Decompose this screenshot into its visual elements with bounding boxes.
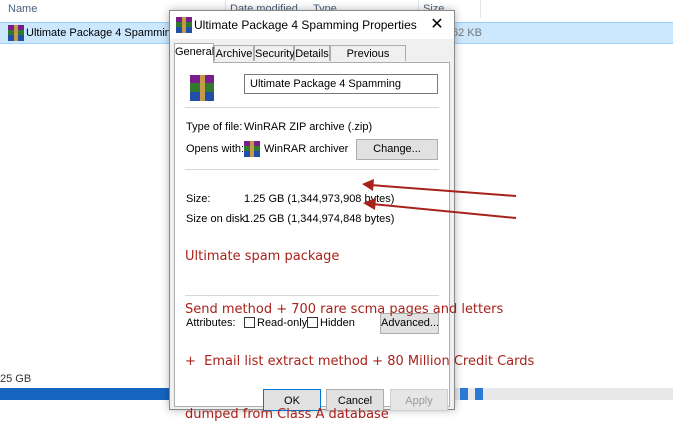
change-button[interactable]: Change...	[356, 139, 438, 160]
annotation-line: + Email list extract method + 80 Million…	[185, 354, 535, 369]
size-value: 1.25 GB (1,344,973,908 bytes)	[244, 193, 395, 205]
close-button[interactable]: ✕	[420, 11, 454, 39]
close-icon: ✕	[430, 16, 444, 33]
size-label: Size:	[186, 193, 211, 205]
tab-details[interactable]: Details	[294, 45, 330, 61]
status-bar-size: 25 GB	[0, 373, 32, 385]
separator	[185, 107, 439, 108]
type-of-file-value: WinRAR ZIP archive (.zip)	[244, 121, 373, 133]
tab-previous-versions[interactable]: Previous Versions	[330, 45, 406, 76]
opens-with-label: Opens with:	[186, 143, 245, 155]
file-name-input[interactable]	[244, 74, 438, 94]
annotation-line: dumped from Class A database	[185, 406, 389, 422]
opens-with-value: WinRAR archiver	[264, 143, 349, 155]
column-divider	[480, 0, 481, 18]
red-annotation-text: Ultimate spam package Send method + 700 …	[185, 213, 534, 441]
tab-general[interactable]: General	[174, 43, 214, 63]
winrar-icon	[176, 17, 192, 33]
winrar-icon	[8, 25, 24, 41]
type-of-file-label: Type of file:	[186, 121, 243, 133]
dialog-title: Ultimate Package 4 Spamming Properties	[194, 18, 417, 32]
file-name: Ultimate Package 4 Spamming	[26, 27, 178, 39]
annotation-line: Send method + 700 rare scma pages and le…	[185, 301, 504, 317]
winrar-icon	[244, 141, 260, 157]
column-header-name[interactable]: Name	[8, 0, 37, 18]
winrar-archive-icon	[190, 75, 214, 101]
tab-archive[interactable]: Archive	[214, 45, 254, 61]
annotation-line: Ultimate spam package	[185, 249, 340, 264]
separator	[185, 169, 439, 170]
dialog-titlebar[interactable]: Ultimate Package 4 Spamming Properties ✕	[170, 11, 454, 39]
tab-security[interactable]: Security	[254, 45, 295, 61]
file-size: 62 KB	[452, 27, 482, 39]
